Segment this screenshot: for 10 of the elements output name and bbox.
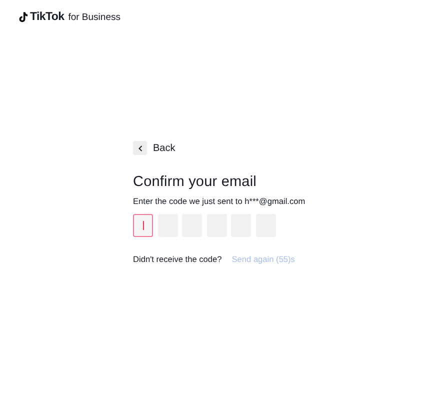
chevron-left-icon: [138, 144, 142, 152]
brand-suffix: for Business: [68, 12, 120, 22]
instruction-text: Enter the code we just sent to h***@gmail.com: [133, 196, 306, 206]
resend-prompt: Didn't receive the code?: [133, 254, 222, 264]
back-link[interactable]: Back: [153, 142, 176, 154]
back-button[interactable]: [133, 141, 147, 155]
code-input-field[interactable]: [133, 214, 153, 237]
page-title: Confirm your email: [133, 174, 258, 190]
logo-icon: [18, 12, 28, 22]
brand-name: TikTok: [30, 11, 64, 23]
